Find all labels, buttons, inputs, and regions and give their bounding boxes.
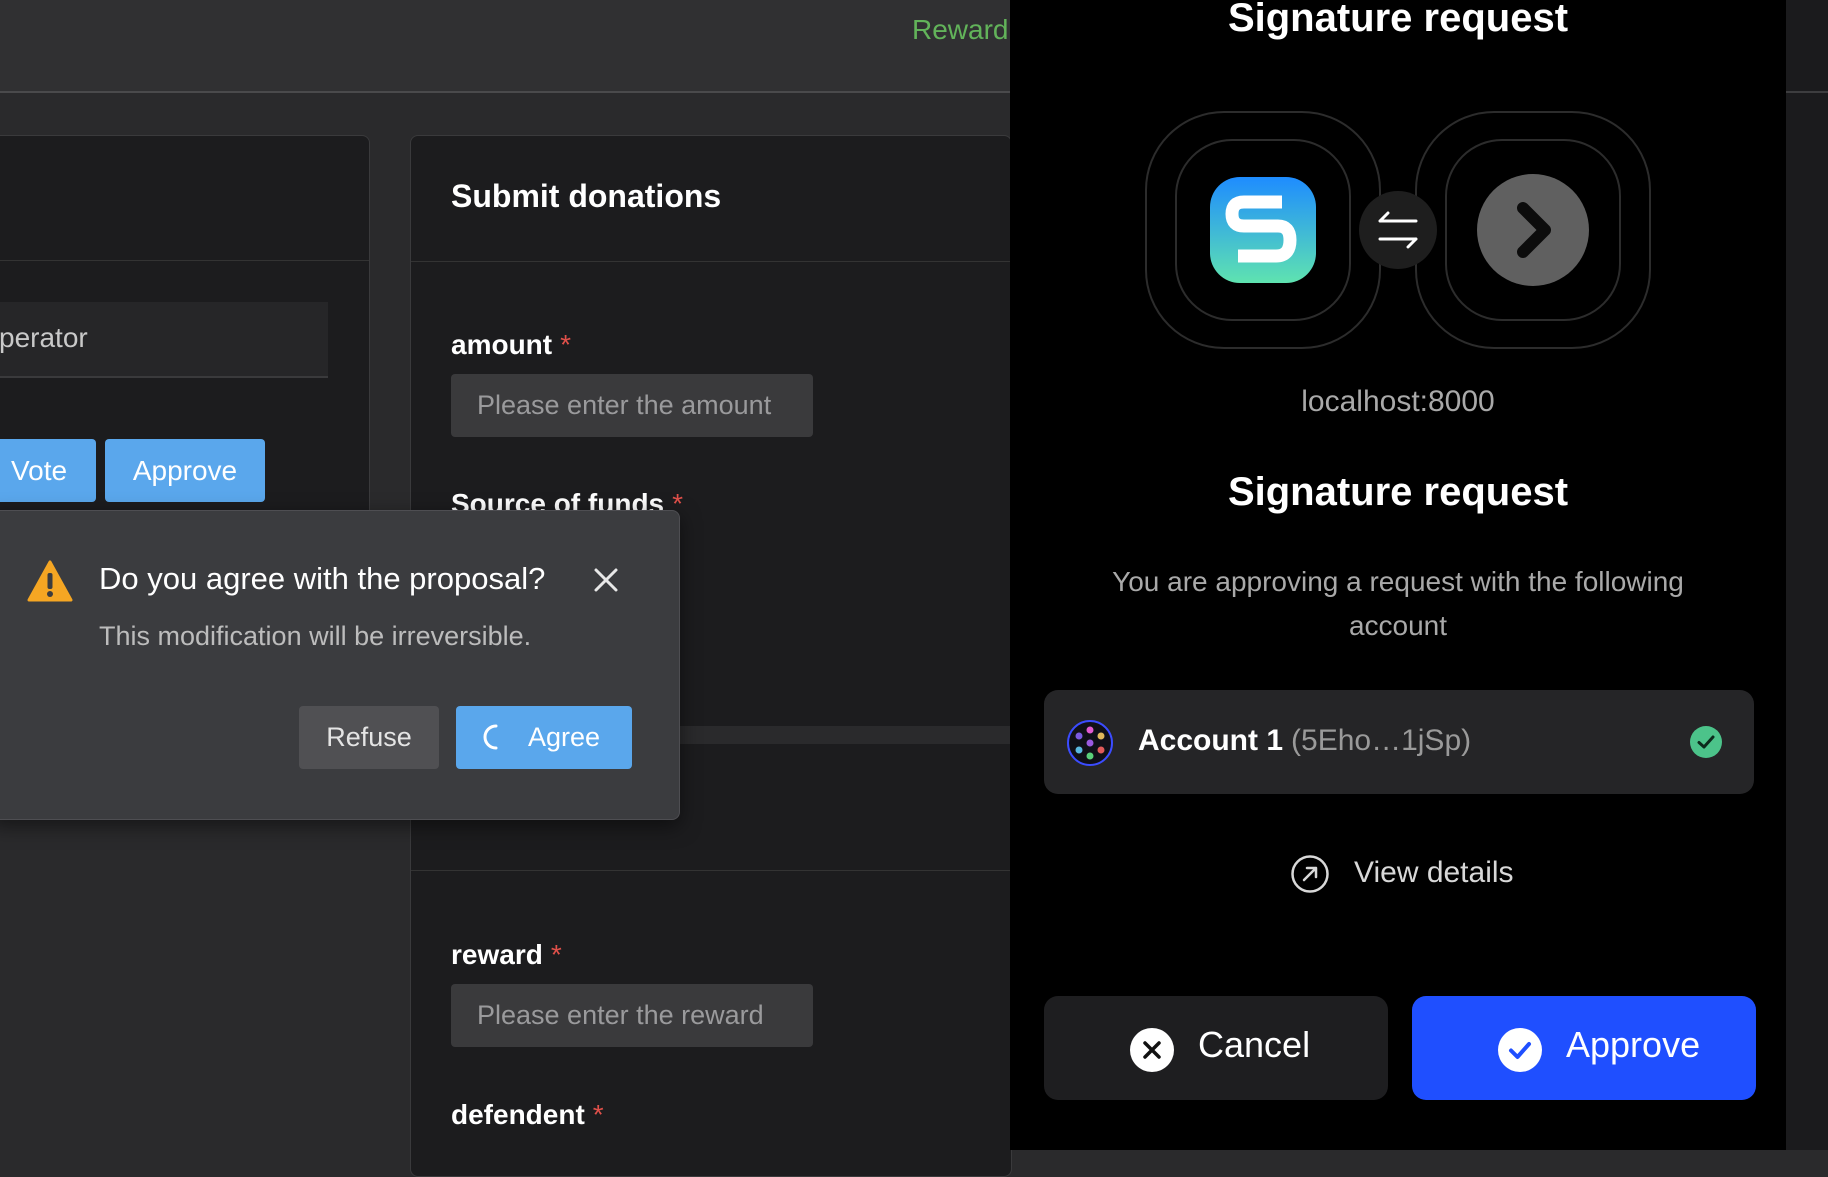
account-name: Account 1 (5Eho…1jSp) — [1138, 724, 1471, 758]
wallet-approve-button[interactable]: Approve — [1412, 996, 1756, 1100]
selected-check-icon — [1690, 726, 1722, 758]
defendent-label: defendent * — [451, 1099, 604, 1131]
reward-label-text: reward — [451, 939, 543, 970]
warning-icon — [27, 560, 73, 602]
background-right-edge — [1786, 0, 1828, 1150]
refuse-button[interactable]: Refuse — [299, 706, 439, 769]
connection-logos — [1145, 111, 1651, 349]
required-mark: * — [592, 1099, 604, 1130]
vote-button[interactable]: Vote — [0, 439, 96, 502]
account-avatar-icon — [1067, 720, 1113, 766]
amount-label: amount * — [451, 329, 571, 361]
required-mark: * — [560, 329, 572, 360]
account-address: (5Eho…1jSp) — [1291, 724, 1472, 757]
agree-label: Agree — [528, 722, 601, 752]
close-icon[interactable] — [593, 567, 619, 593]
reward-nav-link[interactable]: Reward — [912, 14, 1008, 46]
account-selector[interactable]: Account 1 (5Eho…1jSp) — [1044, 690, 1754, 794]
site-chevron-icon — [1477, 174, 1589, 286]
loading-spinner-icon — [483, 724, 498, 750]
required-mark: * — [550, 939, 562, 970]
wallet-header-title: Signature request — [1227, 0, 1569, 40]
wallet-cancel-button[interactable]: Cancel — [1044, 996, 1388, 1100]
confirm-popover: Do you agree with the proposal? This mod… — [0, 510, 680, 820]
account-name-text: Account 1 — [1138, 724, 1284, 757]
cancel-label: Cancel — [1198, 1024, 1311, 1065]
divider — [1786, 91, 1828, 93]
approve-label: Approve — [1566, 1024, 1701, 1065]
popover-title: Do you agree with the proposal? — [99, 561, 546, 596]
operator-label: perator — [0, 322, 88, 353]
divider — [411, 261, 1011, 262]
wallet-subtitle: You are approving a request with the fol… — [1112, 566, 1684, 641]
reward-input[interactable]: Please enter the reward — [451, 984, 813, 1047]
wallet-title: Signature request — [1227, 470, 1569, 514]
agree-button[interactable]: Agree — [456, 706, 632, 769]
operator-row: perator — [0, 302, 328, 378]
amount-label-text: amount — [451, 329, 553, 360]
external-arrow-icon — [1291, 855, 1329, 893]
approve-check-icon — [1498, 1028, 1542, 1072]
divider — [411, 870, 1011, 871]
form-title: Submit donations — [451, 178, 722, 214]
defendent-label-text: defendent — [451, 1099, 585, 1130]
popover-description: This modification will be irreversible. — [99, 621, 532, 651]
request-origin: localhost:8000 — [1301, 385, 1495, 418]
amount-input[interactable]: Please enter the amount — [451, 374, 813, 437]
divider — [0, 260, 369, 261]
app-logo-icon — [1210, 177, 1316, 283]
proposal-approve-button[interactable]: Approve — [105, 439, 265, 502]
cancel-circle-icon — [1130, 1028, 1174, 1072]
reward-label: reward * — [451, 939, 562, 971]
view-details-label: View details — [1354, 856, 1514, 889]
swap-arrows-icon — [1359, 191, 1437, 269]
wallet-signature-panel: Signature request localhost:8000 Signatu… — [1010, 0, 1786, 1150]
proposal-card: perator Vote Approve — [0, 135, 370, 537]
